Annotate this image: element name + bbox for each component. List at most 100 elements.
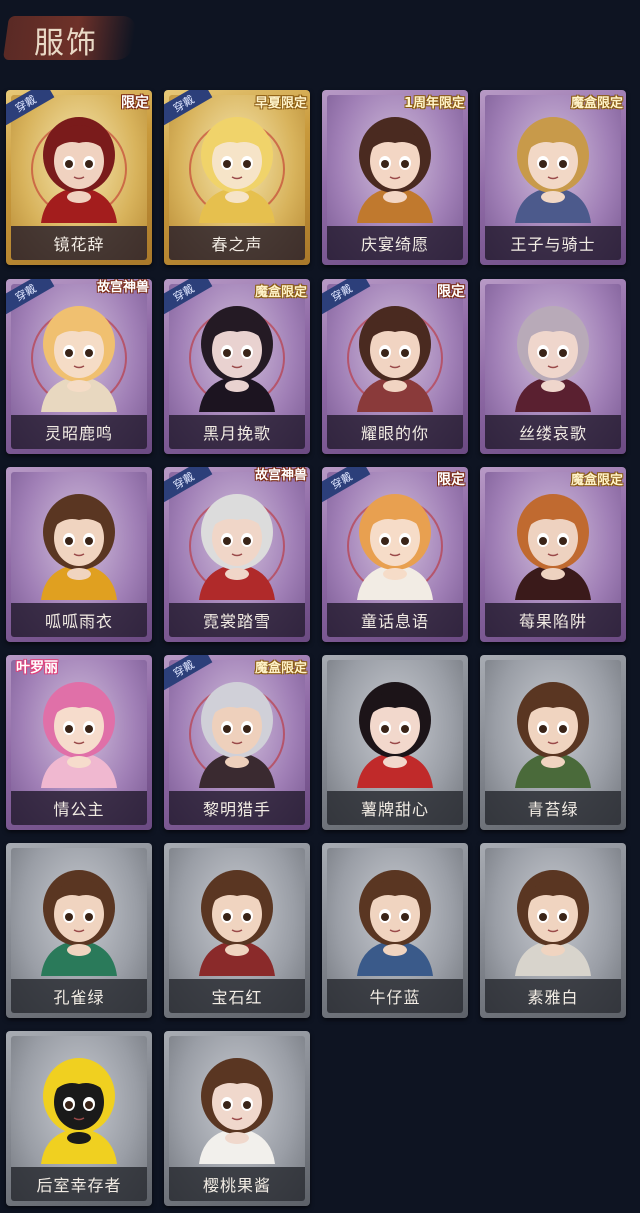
costume-card[interactable]: 王子与骑士 魔盒限定	[480, 90, 626, 265]
costume-name: 呱呱雨衣	[11, 603, 147, 637]
costume-card[interactable]: 呱呱雨衣	[6, 467, 152, 642]
limited-tag: 限定	[437, 472, 465, 488]
costume-card-frame: 黎明猎手	[169, 660, 305, 825]
costume-name: 丝缕哀歌	[485, 415, 621, 449]
character-portrait	[357, 117, 433, 223]
character-portrait	[515, 306, 591, 412]
character-portrait	[199, 1058, 275, 1164]
limited-tag: 魔盒限定	[254, 285, 307, 300]
costume-card-frame: 丝缕哀歌	[485, 284, 621, 449]
character-portrait	[41, 306, 117, 412]
costume-card-frame: 镜花辞	[11, 95, 147, 260]
limited-tag: 魔盒限定	[254, 661, 307, 676]
costume-card[interactable]: 情公主 叶罗丽	[6, 655, 152, 830]
costume-name: 庆宴绮愿	[327, 226, 463, 260]
costume-card[interactable]: 黎明猎手 穿戴 魔盒限定	[164, 655, 310, 830]
costume-card-frame: 童话息语	[327, 472, 463, 637]
character-portrait	[515, 494, 591, 600]
costume-name: 春之声	[169, 226, 305, 260]
costume-card[interactable]: 牛仔蓝	[322, 843, 468, 1018]
costume-card-frame: 王子与骑士	[485, 95, 621, 260]
costume-card[interactable]: 宝石红	[164, 843, 310, 1018]
costume-card[interactable]: 灵昭鹿鸣 穿戴 故宫神兽	[6, 279, 152, 454]
limited-tag: 早夏限定	[254, 96, 307, 111]
costume-card-frame: 后室幸存者	[11, 1036, 147, 1201]
costume-card-frame: 牛仔蓝	[327, 848, 463, 1013]
costume-card-frame: 春之声	[169, 95, 305, 260]
costume-name: 莓果陷阱	[485, 603, 621, 637]
costume-name: 黎明猎手	[169, 791, 305, 825]
limited-tag: 1周年限定	[403, 96, 465, 111]
costume-name: 灵昭鹿鸣	[11, 415, 147, 449]
costume-card[interactable]: 素雅白	[480, 843, 626, 1018]
character-portrait	[199, 494, 275, 600]
character-portrait	[515, 870, 591, 976]
costume-card-frame: 薯牌甜心	[327, 660, 463, 825]
character-portrait	[41, 1058, 117, 1164]
costume-card-frame: 素雅白	[485, 848, 621, 1013]
limited-tag: 故宫神兽	[254, 468, 307, 483]
costume-name: 牛仔蓝	[327, 979, 463, 1013]
character-portrait	[357, 306, 433, 412]
character-portrait	[199, 117, 275, 223]
costume-card-frame: 霓裳踏雪	[169, 472, 305, 637]
costume-card-frame: 宝石红	[169, 848, 305, 1013]
character-portrait	[41, 494, 117, 600]
costume-card[interactable]: 青苔绿	[480, 655, 626, 830]
costume-name: 耀眼的你	[327, 415, 463, 449]
limited-tag: 限定	[437, 284, 465, 300]
limited-tag: 限定	[121, 95, 149, 111]
costume-name: 孔雀绿	[11, 979, 147, 1013]
costume-card[interactable]: 樱桃果酱	[164, 1031, 310, 1206]
character-portrait	[357, 494, 433, 600]
limited-tag: 魔盒限定	[570, 473, 623, 488]
costume-name: 镜花辞	[11, 226, 147, 260]
costume-name: 后室幸存者	[11, 1167, 147, 1201]
character-portrait	[515, 117, 591, 223]
costume-name: 童话息语	[327, 603, 463, 637]
costume-card-frame: 耀眼的你	[327, 284, 463, 449]
costume-card[interactable]: 莓果陷阱 魔盒限定	[480, 467, 626, 642]
costume-card[interactable]: 薯牌甜心	[322, 655, 468, 830]
costume-card[interactable]: 后室幸存者	[6, 1031, 152, 1206]
costume-name: 青苔绿	[485, 791, 621, 825]
character-portrait	[199, 306, 275, 412]
character-portrait	[357, 682, 433, 788]
costume-name: 素雅白	[485, 979, 621, 1013]
costume-name: 薯牌甜心	[327, 791, 463, 825]
costume-card-frame: 灵昭鹿鸣	[11, 284, 147, 449]
limited-tag: 叶罗丽	[16, 660, 58, 676]
costume-card[interactable]: 孔雀绿	[6, 843, 152, 1018]
character-portrait	[41, 117, 117, 223]
costume-card[interactable]: 耀眼的你 穿戴 限定	[322, 279, 468, 454]
costume-name: 黑月挽歌	[169, 415, 305, 449]
limited-tag: 故宫神兽	[96, 280, 149, 295]
limited-tag: 魔盒限定	[570, 96, 623, 111]
costume-card-frame: 樱桃果酱	[169, 1036, 305, 1201]
character-portrait	[199, 682, 275, 788]
costume-grid: 镜花辞 穿戴 限定 春之声 穿戴 早夏限定 庆宴绮愿 1周年限定 王子与骑士 魔盒限定 灵昭鹿鸣 穿戴…	[0, 0, 640, 1213]
costume-card-frame: 庆宴绮愿	[327, 95, 463, 260]
costume-card[interactable]: 霓裳踏雪 穿戴 故宫神兽	[164, 467, 310, 642]
costume-name: 宝石红	[169, 979, 305, 1013]
costume-card-frame: 情公主	[11, 660, 147, 825]
costume-card-frame: 孔雀绿	[11, 848, 147, 1013]
character-portrait	[515, 682, 591, 788]
character-portrait	[41, 682, 117, 788]
costume-name: 樱桃果酱	[169, 1167, 305, 1201]
costume-card-frame: 莓果陷阱	[485, 472, 621, 637]
costume-card[interactable]: 丝缕哀歌	[480, 279, 626, 454]
costume-card[interactable]: 黑月挽歌 穿戴 魔盒限定	[164, 279, 310, 454]
costume-card[interactable]: 春之声 穿戴 早夏限定	[164, 90, 310, 265]
costume-card[interactable]: 庆宴绮愿 1周年限定	[322, 90, 468, 265]
costume-name: 王子与骑士	[485, 226, 621, 260]
character-portrait	[199, 870, 275, 976]
costume-name: 情公主	[11, 791, 147, 825]
costume-card[interactable]: 童话息语 穿戴 限定	[322, 467, 468, 642]
character-portrait	[41, 870, 117, 976]
costume-card-frame: 呱呱雨衣	[11, 472, 147, 637]
costume-card[interactable]: 镜花辞 穿戴 限定	[6, 90, 152, 265]
costume-name: 霓裳踏雪	[169, 603, 305, 637]
costume-card-frame: 黑月挽歌	[169, 284, 305, 449]
character-portrait	[357, 870, 433, 976]
